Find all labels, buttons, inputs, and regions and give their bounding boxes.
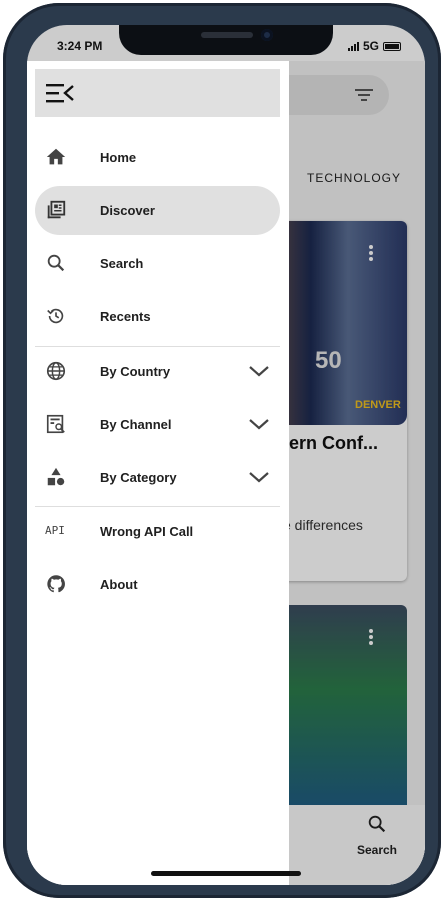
drawer-item-home[interactable]: Home xyxy=(35,133,280,182)
drawer-item-label: About xyxy=(100,577,138,592)
drawer-item-by-channel[interactable]: By Channel xyxy=(35,400,280,449)
status-time: 3:24 PM xyxy=(57,39,103,53)
chevron-down-icon[interactable] xyxy=(248,364,270,378)
menu-open-icon[interactable] xyxy=(45,81,75,105)
history-icon xyxy=(45,305,67,327)
drawer-item-label: Wrong API Call xyxy=(100,524,194,539)
status-indicators: 5G xyxy=(347,39,401,53)
drawer-item-label: By Channel xyxy=(100,417,172,432)
network-type: 5G xyxy=(362,39,379,53)
newspaper-icon xyxy=(45,199,67,221)
search-icon xyxy=(45,252,67,274)
drawer-item-label: Recents xyxy=(100,309,151,324)
drawer-item-label: By Category xyxy=(100,470,177,485)
drawer-item-label: By Country xyxy=(100,364,171,379)
chevron-down-icon[interactable] xyxy=(248,417,270,431)
drawer-item-by-category[interactable]: By Category xyxy=(35,453,280,502)
battery-icon xyxy=(383,41,401,51)
drawer-item-recents[interactable]: Recents xyxy=(35,292,280,341)
notch xyxy=(119,25,333,55)
drawer-item-label: Discover xyxy=(100,203,155,218)
channel-search-icon xyxy=(45,413,67,435)
camera xyxy=(261,29,273,41)
navigation-drawer: Home Discover Search Recents By Country … xyxy=(27,61,289,885)
phone-screen: TECHNOLOGY 50 DENVER tern Conf... e diff… xyxy=(27,25,425,885)
home-icon xyxy=(45,146,67,168)
drawer-header xyxy=(35,69,280,117)
phone-frame: TECHNOLOGY 50 DENVER tern Conf... e diff… xyxy=(3,3,441,898)
drawer-item-label: Home xyxy=(100,150,137,165)
signal-icon xyxy=(347,41,359,51)
globe-icon xyxy=(45,360,67,382)
category-shapes-icon xyxy=(45,466,67,488)
chevron-down-icon[interactable] xyxy=(248,470,270,484)
home-indicator xyxy=(151,871,301,876)
drawer-item-search[interactable]: Search xyxy=(35,239,280,288)
github-icon xyxy=(45,573,67,595)
drawer-item-by-country[interactable]: By Country xyxy=(35,347,280,396)
drawer-item-wrong-api-call[interactable]: API Wrong API Call xyxy=(35,507,280,556)
speaker xyxy=(201,32,253,38)
drawer-item-label: Search xyxy=(100,256,144,271)
api-icon: API xyxy=(45,524,65,537)
drawer-item-about[interactable]: About xyxy=(35,560,280,609)
drawer-item-discover[interactable]: Discover xyxy=(35,186,280,235)
